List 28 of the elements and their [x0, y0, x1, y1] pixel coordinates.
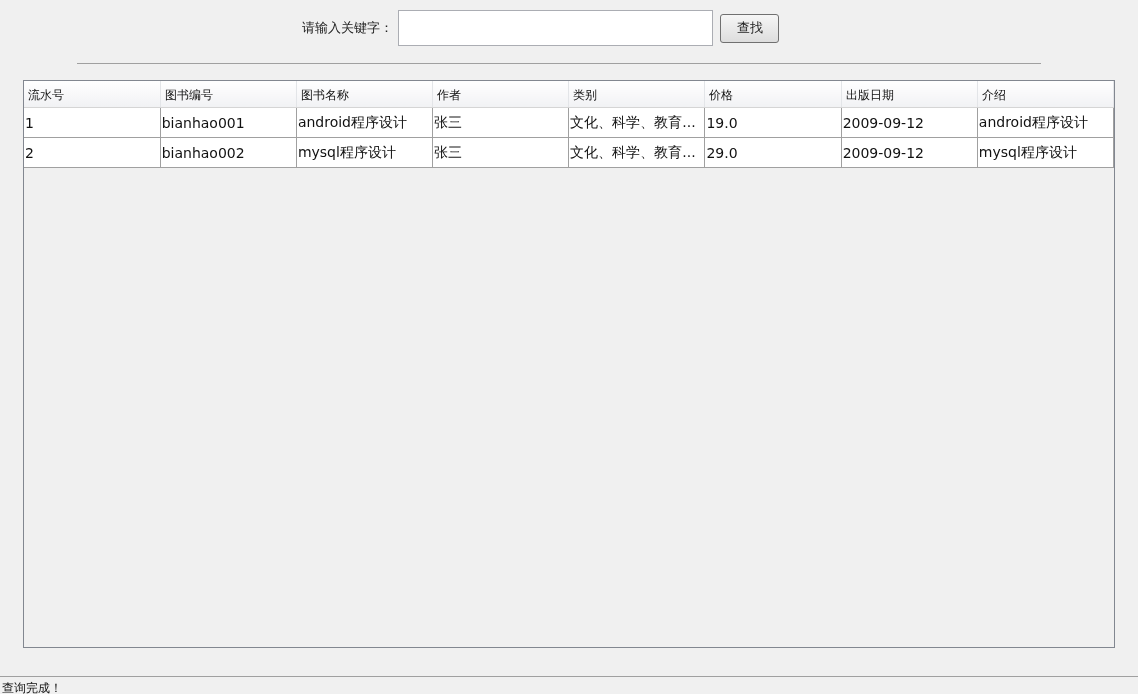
keyword-label: 请输入关键字：	[302, 19, 393, 37]
column-header[interactable]: 出版日期	[841, 81, 978, 108]
table-cell: 29.0	[704, 137, 842, 168]
column-header[interactable]: 介绍	[977, 81, 1114, 108]
table-cell: 1	[24, 107, 161, 138]
column-header[interactable]: 流水号	[24, 81, 161, 108]
table-cell: 张三	[432, 137, 569, 168]
column-header[interactable]: 图书编号	[160, 81, 297, 108]
keyword-field[interactable]	[398, 10, 713, 46]
table-cell: android程序设计	[977, 107, 1114, 138]
column-header[interactable]: 价格	[704, 81, 842, 108]
table-cell: 2009-09-12	[841, 107, 978, 138]
table-cell: mysql程序设计	[296, 137, 433, 168]
table-cell: mysql程序设计	[977, 137, 1114, 168]
table-cell: bianhao001	[160, 107, 297, 138]
status-text: 查询完成！	[1, 680, 62, 694]
table-cell: 张三	[432, 107, 569, 138]
column-header[interactable]: 作者	[432, 81, 569, 108]
table-cell: 2009-09-12	[841, 137, 978, 168]
table-cell: 2	[24, 137, 161, 168]
column-header[interactable]: 图书名称	[296, 81, 433, 108]
table-cell: android程序设计	[296, 107, 433, 138]
table-cell: 19.0	[704, 107, 842, 138]
column-header[interactable]: 类别	[568, 81, 705, 108]
table-cell: 文化、科学、教育...	[568, 137, 705, 168]
search-button[interactable]: 查找	[720, 13, 779, 43]
table-cell: bianhao002	[160, 137, 297, 168]
table-cell: 文化、科学、教育...	[568, 107, 705, 138]
